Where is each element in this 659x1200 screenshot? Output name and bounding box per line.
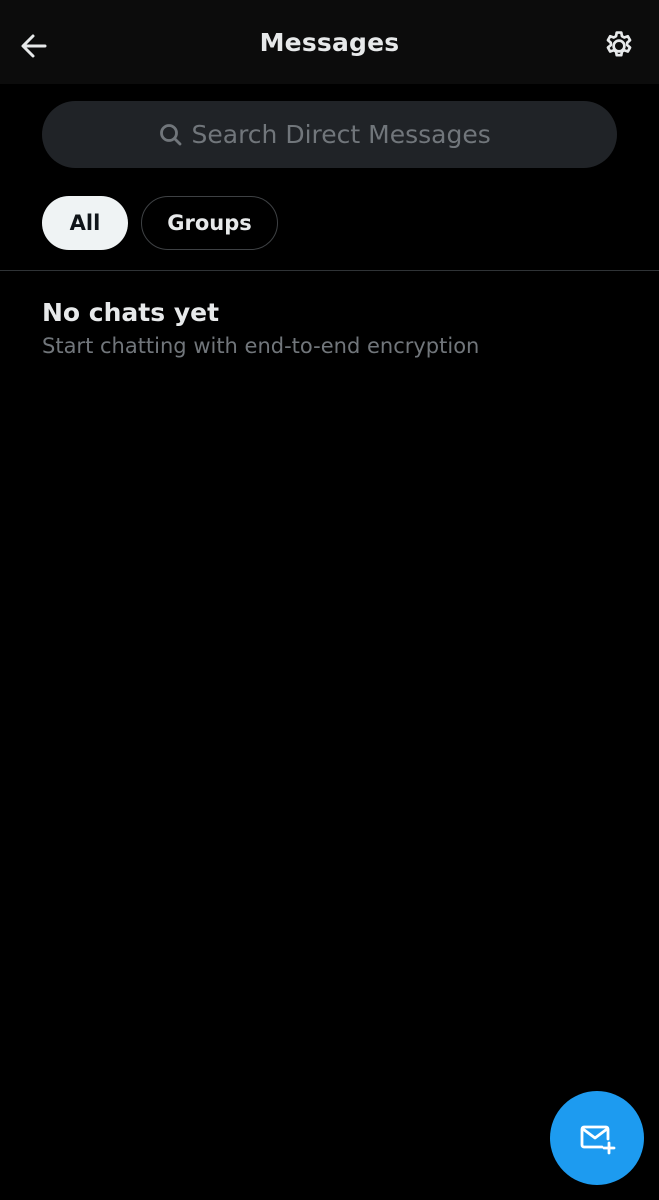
empty-state-title: No chats yet xyxy=(42,298,220,327)
empty-state-subtitle: Start chatting with end-to-end encryptio… xyxy=(42,334,480,358)
divider xyxy=(0,270,659,271)
settings-button[interactable] xyxy=(597,24,641,68)
filter-chip-label: Groups xyxy=(167,211,252,235)
filter-chip-label: All xyxy=(69,211,101,235)
top-app-bar: Messages xyxy=(0,0,659,84)
search-bar[interactable] xyxy=(42,101,617,168)
new-message-button[interactable] xyxy=(550,1091,644,1185)
filter-chip-groups[interactable]: Groups xyxy=(141,196,278,250)
new-message-icon xyxy=(580,1125,616,1155)
messages-screen: Messages All Groups No chats yet Start c… xyxy=(0,0,659,1200)
search-icon xyxy=(158,122,184,148)
search-input[interactable] xyxy=(191,120,502,149)
filter-chip-all[interactable]: All xyxy=(42,196,128,250)
gear-icon xyxy=(606,31,632,57)
page-title: Messages xyxy=(259,28,400,57)
